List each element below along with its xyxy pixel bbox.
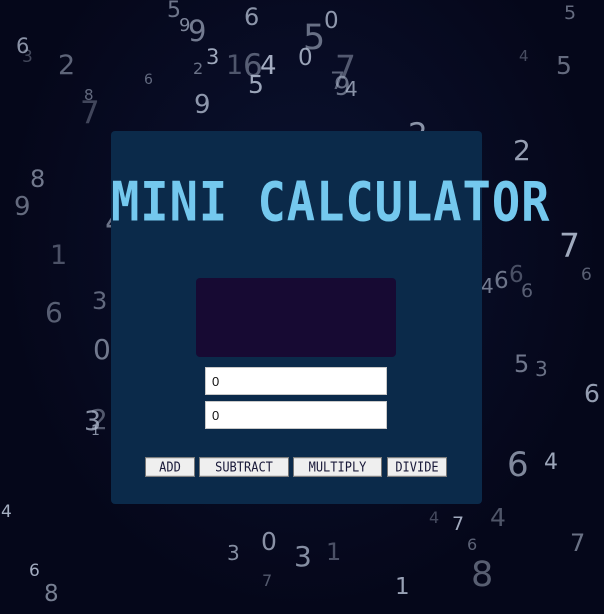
- background-digit: 6: [29, 561, 40, 581]
- background-digit: 5: [514, 350, 530, 378]
- result-display: [196, 278, 396, 357]
- background-digit: 0: [261, 527, 277, 556]
- divide-button[interactable]: DIVIDE: [387, 457, 447, 477]
- background-digit: 6: [144, 72, 153, 88]
- background-digit: 8: [44, 581, 59, 607]
- background-digit: 8: [84, 86, 94, 104]
- background-digit: 4: [519, 47, 529, 65]
- background-digit: 0: [93, 333, 111, 366]
- calculator-panel: MINI CALCULATOR ADD SUBTRACT MULTIPLY DI…: [111, 131, 551, 504]
- first-number-input[interactable]: [205, 367, 387, 395]
- background-digit: 6: [509, 262, 524, 288]
- background-digit: 4: [1, 502, 12, 522]
- background-digit: 6: [581, 265, 592, 285]
- background-digit: 6: [507, 445, 529, 485]
- subtract-button[interactable]: SUBTRACT: [199, 457, 289, 477]
- background-digit: 4: [481, 274, 494, 298]
- background-digit: 6: [584, 379, 600, 408]
- background-digit: 6: [243, 48, 263, 84]
- background-digit: 3: [84, 406, 102, 437]
- background-digit: 3: [294, 540, 312, 573]
- background-digit: 5: [556, 51, 572, 80]
- background-digit: 4: [429, 508, 440, 527]
- background-digit: 4: [490, 503, 506, 532]
- background-digit: 5: [303, 18, 326, 58]
- multiply-button[interactable]: MULTIPLY: [293, 457, 382, 477]
- background-digit: 2: [513, 134, 531, 167]
- second-number-input[interactable]: [205, 401, 387, 429]
- background-digit: 6: [467, 535, 478, 554]
- background-digit: 6: [16, 34, 30, 58]
- background-digit: 7: [452, 513, 465, 535]
- background-digit: 1: [326, 538, 342, 566]
- background-digit: 7: [262, 571, 273, 590]
- background-digit: 3: [206, 45, 220, 69]
- background-digit: 1: [50, 240, 68, 271]
- background-digit: 7: [559, 226, 580, 265]
- background-digit: 2: [193, 59, 204, 78]
- background-digit: 2: [58, 50, 76, 81]
- background-digit: 0: [324, 8, 339, 34]
- background-digit: 9: [334, 72, 351, 102]
- background-digit: 8: [471, 555, 494, 595]
- background-digit: 3: [227, 541, 240, 565]
- add-button[interactable]: ADD: [145, 457, 195, 477]
- background-digit: 8: [30, 165, 46, 193]
- background-digit: 6: [494, 268, 509, 294]
- background-digit: 9: [194, 90, 211, 120]
- background-digit: 6: [45, 296, 63, 329]
- background-digit: 1: [226, 50, 244, 81]
- background-digit: 3: [92, 287, 108, 315]
- background-digit: 4: [544, 450, 558, 475]
- background-digit: 3: [535, 357, 548, 381]
- calculator-title: MINI CALCULATOR: [111, 170, 551, 235]
- background-digit: 7: [570, 529, 586, 557]
- background-digit: 5: [167, 0, 181, 23]
- background-digit: 9: [14, 192, 31, 222]
- background-digit: 6: [244, 3, 260, 31]
- background-digit: 1: [395, 574, 410, 600]
- background-digit: 9: [188, 14, 207, 48]
- background-digit: 5: [564, 2, 577, 24]
